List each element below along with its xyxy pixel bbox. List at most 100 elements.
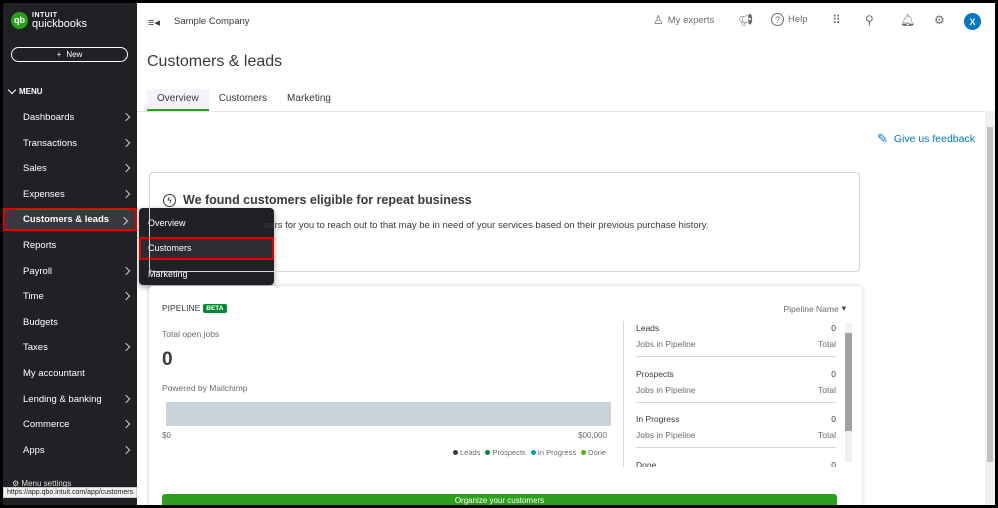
repeat-business-text: ners for you to reach out to that may be…: [264, 220, 709, 231]
give-feedback-link[interactable]: ✎ Give us feedback: [877, 131, 975, 147]
tab-bar: Overview Customers Marketing: [147, 89, 341, 111]
avatar[interactable]: X: [964, 13, 981, 30]
stage-count: 0: [831, 368, 836, 379]
organize-customers-button[interactable]: Organize your customers: [162, 494, 837, 505]
tab-marketing[interactable]: Marketing: [277, 89, 341, 111]
tab-overview[interactable]: Overview: [147, 89, 209, 111]
sidebar-item-label: Reports: [23, 240, 57, 251]
sidebar-item-time[interactable]: Time: [3, 285, 137, 308]
tab-customers[interactable]: Customers: [209, 89, 277, 111]
pipeline-name-dropdown[interactable]: Pipeline Name ▾: [783, 303, 846, 314]
chevron-right-icon: [121, 419, 131, 429]
chevron-right-icon: [121, 445, 131, 455]
sidebar-item-sales[interactable]: Sales: [3, 157, 137, 180]
sidebar-item-label: Taxes: [23, 342, 48, 354]
stage-name: In Progress: [636, 414, 680, 424]
bell-icon[interactable]: 🔔︎: [900, 13, 915, 27]
my-experts-button[interactable]: ♙ My experts: [653, 13, 714, 27]
collapse-menu-icon[interactable]: ≡◂: [148, 16, 160, 29]
stage-name: Leads: [636, 323, 660, 333]
stage-total-label: Total: [818, 339, 836, 349]
legend-item-done: Done: [581, 448, 606, 457]
sidebar-item-label: Sales: [23, 163, 47, 175]
legend-label: In Progress: [537, 448, 577, 457]
stage-divider: [636, 401, 836, 403]
chevron-down-icon: [7, 85, 17, 95]
legend-item-in-progress: In Progress: [530, 448, 577, 457]
pipeline-stage-prospects: Prospects 0 Jobs in Pipeline Total: [636, 369, 836, 403]
stages-scrollbar[interactable]: [845, 323, 852, 463]
pipeline-title: PIPELINE: [162, 303, 201, 313]
new-button[interactable]: + New: [11, 47, 128, 62]
legend-dot: [530, 450, 536, 455]
sidebar-item-dashboards[interactable]: Dashboards: [3, 106, 137, 129]
repeat-business-card: ϟ We found customers eligible for repeat…: [149, 172, 860, 272]
powered-by-label: Powered by Mailchimp: [162, 383, 248, 393]
beta-badge: BETA: [203, 303, 227, 313]
gear-settings-icon[interactable]: ⚙: [934, 13, 945, 27]
stage-name: Done: [636, 459, 657, 468]
stage-count: 0: [831, 323, 836, 333]
legend-label: Prospects: [492, 448, 526, 457]
stage-count: 0: [831, 459, 836, 468]
sidebar-item-commerce[interactable]: Commerce: [3, 413, 137, 436]
page-scrollbar-thumb[interactable]: [987, 127, 993, 462]
chevron-right-icon: [121, 394, 131, 403]
legend-item-prospects: Prospects: [485, 448, 526, 457]
stage-count: 0: [831, 414, 836, 424]
sidebar-item-budgets[interactable]: Budgets: [3, 311, 137, 334]
legend-label: Done: [588, 448, 607, 457]
sidebar-item-expenses[interactable]: Expenses: [3, 183, 137, 206]
sidebar-item-label: Time: [23, 291, 44, 303]
announcements-icon[interactable]: 📢︎: [738, 13, 753, 27]
caret-down-icon: ▾: [841, 303, 846, 313]
sidebar-item-my-accountant[interactable]: My accountant: [3, 362, 137, 385]
sidebar-item-label: Commerce: [23, 419, 70, 431]
sidebar-item-lending-and-banking[interactable]: Lending & banking: [3, 388, 137, 411]
search-icon[interactable]: ⚲: [865, 13, 874, 27]
sidebar-item-reports[interactable]: Reports: [3, 234, 137, 257]
feedback-icon: ✎: [876, 131, 888, 146]
sidebar-item-label: Expenses: [23, 188, 65, 200]
apps-grid-icon[interactable]: ⠿: [832, 13, 841, 27]
stage-sub-label: Jobs in Pipeline: [636, 384, 696, 395]
chevron-right-icon: [121, 343, 131, 352]
app-frame: qb INTUIT quickbooks + New MENU Dashboar…: [3, 3, 995, 505]
page-scrollbar[interactable]: [985, 111, 995, 505]
sidebar-item-label: Lending & banking: [23, 393, 102, 405]
total-open-jobs-value: 0: [162, 349, 173, 370]
stage-divider: [636, 356, 836, 357]
pipeline-legend: Leads Prospects In Progress Done: [453, 448, 606, 457]
status-url: https://app.qbo.intuit.com/app/customers: [3, 487, 138, 498]
sidebar: qb INTUIT quickbooks + New MENU Dashboar…: [3, 3, 137, 505]
chevron-right-icon: [121, 266, 131, 275]
legend-dot: [485, 450, 491, 455]
stages-scrollbar-thumb[interactable]: [845, 333, 852, 431]
sidebar-item-customers-and-leads[interactable]: Customers & leads: [3, 208, 137, 232]
plus-icon: +: [56, 50, 62, 59]
sidebar-item-transactions[interactable]: Transactions: [3, 132, 137, 155]
feedback-label: Give us feedback: [893, 133, 975, 145]
pipeline-name-label: Pipeline Name: [783, 303, 839, 314]
stage-total-label: Total: [818, 430, 836, 440]
pipeline-stages-list: Leads 0 Jobs in Pipeline Total Prospects 0 Job…: [623, 321, 848, 467]
my-experts-label: My experts: [667, 14, 715, 26]
sidebar-item-payroll[interactable]: Payroll: [3, 260, 137, 283]
menu-header[interactable]: MENU: [7, 85, 43, 96]
sidebar-item-label: Budgets: [23, 316, 58, 328]
help-button[interactable]: ? Help: [771, 13, 808, 26]
quickbooks-logo[interactable]: qb INTUIT quickbooks: [11, 11, 87, 30]
chevron-right-icon: [121, 291, 131, 301]
chevron-right-icon: [119, 217, 129, 226]
stage-total-label: Total: [818, 384, 836, 395]
sidebar-item-taxes[interactable]: Taxes: [3, 336, 137, 359]
pipeline-stage-leads: Leads 0 Jobs in Pipeline Total: [636, 323, 836, 357]
page-title: Customers & leads: [147, 53, 283, 70]
person-icon: ♙: [653, 13, 664, 27]
chevron-right-icon: [121, 163, 131, 173]
legend-label: Leads: [460, 448, 481, 457]
pipeline-value-bar: [166, 402, 611, 426]
repeat-business-title: ϟ We found customers eligible for repeat…: [163, 193, 472, 207]
legend-dot: [581, 450, 587, 455]
sidebar-item-apps[interactable]: Apps: [3, 439, 137, 462]
